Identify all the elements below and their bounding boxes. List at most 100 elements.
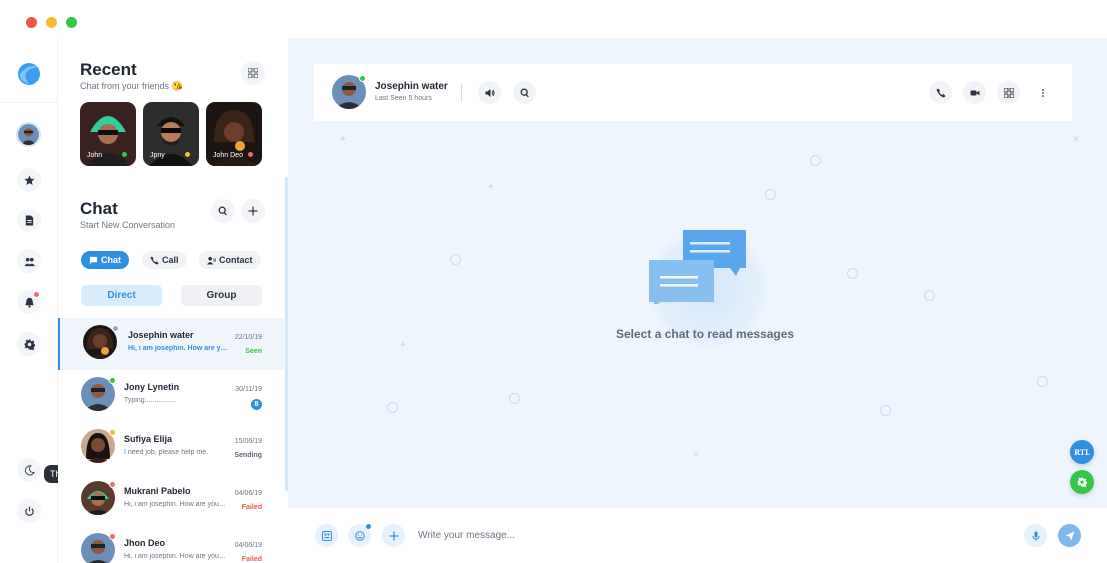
tab-contact-label: Contact [219,255,253,265]
conversation-row[interactable]: Jhon Deo Hi, i am josephin. How are you.… [58,526,286,563]
contact-icon [207,256,216,265]
decor-circle [387,402,398,413]
rtl-toggle-button[interactable]: RTL [1070,440,1094,464]
story-card[interactable]: Jpny [143,102,199,166]
chat-title: Chat [80,199,118,218]
conversation-list: Josephin water Hi, i am josephin. How ar… [58,318,286,563]
plus-icon [389,531,398,540]
recent-grid-button[interactable] [241,61,265,85]
contact-name: Josephin water [128,330,194,340]
header-contact-name: Josephin water [375,81,448,92]
send-button[interactable] [1058,524,1081,547]
rail-documents-button[interactable] [17,208,41,232]
notification-badge [33,291,40,298]
mute-button[interactable] [478,81,501,104]
story-name: Jpny [150,152,165,159]
app-window: Theme Mode Recent Chat from your friends… [0,0,1107,563]
send-icon [1065,531,1074,540]
tab-contact[interactable]: Contact [199,251,261,269]
smile-icon [354,530,365,541]
rail-settings-button[interactable] [17,332,41,356]
sticker-button[interactable] [315,524,338,547]
chat-bubbles-icon [649,230,746,304]
conversation-panel: Recent Chat from your friends 😘 John Jpn… [58,38,288,563]
more-options-button[interactable] [1031,81,1054,104]
decor-circle [450,254,461,265]
sticker-icon [321,530,332,541]
status-dot [109,377,116,384]
attach-button[interactable] [382,524,405,547]
gear-icon [1077,477,1087,487]
decor-plus: × [1073,134,1079,145]
tab-chat[interactable]: Chat [81,251,129,269]
story-card[interactable]: John [80,102,136,166]
message-composer [288,508,1107,563]
message-date: 15/06/19 [234,438,262,445]
power-icon [24,506,34,516]
decor-circle [847,268,858,279]
story-status-dot [122,152,127,157]
conversation-row[interactable]: Jony Lynetin Typing................ 30/1… [58,370,286,422]
apps-grid-button[interactable] [997,81,1020,104]
conversation-row[interactable]: Josephin water Hi, i am josephin. How ar… [58,318,286,370]
search-icon [218,206,227,216]
chat-subtitle: Start New Conversation [80,220,176,230]
video-call-button[interactable] [963,81,986,104]
message-status: Seen [245,348,262,355]
story-name: John Deo [213,152,243,159]
microphone-icon [1032,531,1039,541]
conversation-row[interactable]: Sufiya Elija I need job, please help me.… [58,422,286,474]
tab-chat-label: Chat [101,255,121,265]
voice-record-button[interactable] [1024,524,1047,547]
logout-button[interactable] [17,499,41,523]
tab-call-label: Call [162,255,179,265]
close-window-button[interactable] [26,17,37,28]
nav-rail [0,38,58,563]
search-chats-button[interactable] [211,199,235,223]
conversation-row[interactable]: Mukrani Pabelo Hi, i am josephin. How ar… [58,474,286,526]
story-card[interactable]: John Deo [206,102,262,166]
segment-group[interactable]: Group [181,285,262,306]
segment-direct[interactable]: Direct [81,285,162,306]
contact-name: Sufiya Elija [124,434,173,444]
decor-circle [880,405,891,416]
new-chat-button[interactable] [241,199,265,223]
chat-header: Josephin water Last Seen 5 hours [314,64,1072,121]
tab-call[interactable]: Call [142,251,187,269]
unread-count-badge: 8 [251,399,262,410]
message-date: 22/10/19 [234,334,262,341]
maximize-window-button[interactable] [66,17,77,28]
contact-name: Mukrani Pabelo [124,486,191,496]
rail-favorites-button[interactable] [17,168,41,192]
window-controls [26,17,77,28]
online-status-dot [359,75,366,82]
emoji-button[interactable] [348,524,371,547]
message-input[interactable] [418,524,1018,547]
minimize-window-button[interactable] [46,17,57,28]
message-icon [89,256,98,264]
phone-icon [936,88,945,97]
voice-call-button[interactable] [929,81,952,104]
speaker-icon [485,88,495,97]
decor-plus: + [488,182,494,193]
theme-mode-button[interactable] [17,458,41,482]
story-name: John [87,152,103,159]
rail-notifications-button[interactable] [17,290,41,314]
phone-icon [150,255,159,265]
recent-subtitle: Chat from your friends 😘 [80,81,183,91]
file-icon [25,214,33,226]
grid-icon [248,68,258,78]
search-messages-button[interactable] [513,81,536,104]
recent-title: Recent [80,60,137,79]
last-seen-text: Last Seen 5 hours [375,95,432,102]
grid-icon [1003,87,1014,98]
user-avatar[interactable] [16,122,41,147]
app-logo[interactable] [16,60,42,86]
status-dot [109,429,116,436]
emoji-indicator-dot [366,524,371,529]
status-dot [112,325,119,332]
rail-contacts-button[interactable] [17,249,41,273]
customizer-button[interactable] [1070,470,1094,494]
last-message: Hi, i am josephin. How are you.. ! There… [128,345,230,352]
empty-state-text: Select a chat to read messages [616,327,795,341]
